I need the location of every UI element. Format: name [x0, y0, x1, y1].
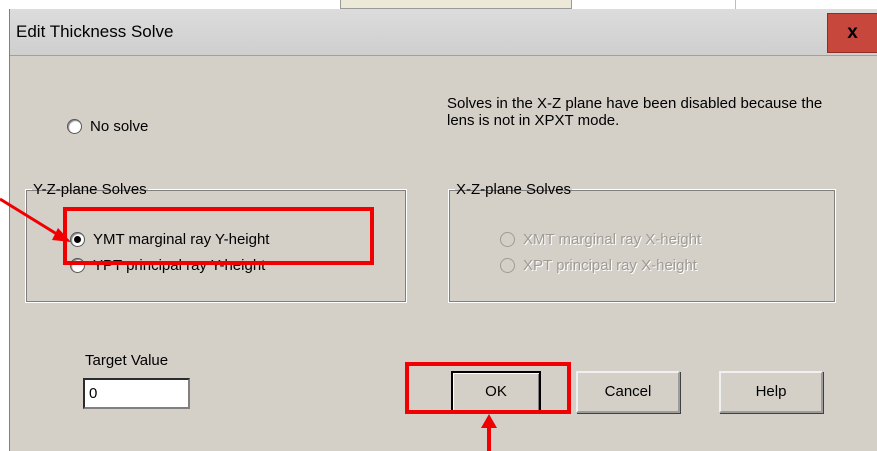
ypt-radio[interactable] [70, 258, 85, 273]
xmt-option: XMT marginal ray X-height [500, 231, 701, 248]
dialog-title: Edit Thickness Solve [16, 22, 174, 41]
close-icon: x [847, 22, 858, 43]
xpt-radio [500, 258, 515, 273]
xmt-radio [500, 232, 515, 247]
ypt-label: YPT principal ray Y-height [93, 257, 266, 274]
no-solve-radio[interactable] [67, 119, 82, 134]
ymt-radio[interactable] [70, 232, 85, 247]
xz-group-legend: X-Z-plane Solves [456, 181, 572, 198]
xz-disabled-info-text: Solves in the X-Z plane have been disabl… [447, 95, 823, 129]
radio-selected-dot [74, 236, 81, 243]
target-value-label: Target Value [85, 352, 169, 369]
ymt-option[interactable]: YMT marginal ray Y-height [70, 231, 269, 248]
help-button[interactable]: Help [719, 371, 823, 413]
no-solve-label: No solve [90, 118, 149, 135]
no-solve-option[interactable]: No solve [67, 118, 148, 135]
dialog-titlebar[interactable]: Edit Thickness Solve x [10, 9, 877, 56]
ok-button[interactable]: OK [451, 371, 541, 413]
xpt-label: XPT principal ray X-height [523, 257, 697, 274]
ypt-option[interactable]: YPT principal ray Y-height [70, 257, 265, 274]
close-button[interactable]: x [827, 13, 877, 53]
yz-group-legend: Y-Z-plane Solves [33, 181, 147, 198]
edit-thickness-solve-dialog: Edit Thickness Solve x No solve Solves i… [9, 9, 877, 451]
ymt-label: YMT marginal ray Y-height [93, 231, 270, 248]
xpt-option: XPT principal ray X-height [500, 257, 697, 274]
xmt-label: XMT marginal ray X-height [523, 231, 702, 248]
target-value-input[interactable] [83, 378, 190, 409]
background-tab [340, 0, 572, 9]
cancel-button[interactable]: Cancel [576, 371, 680, 413]
